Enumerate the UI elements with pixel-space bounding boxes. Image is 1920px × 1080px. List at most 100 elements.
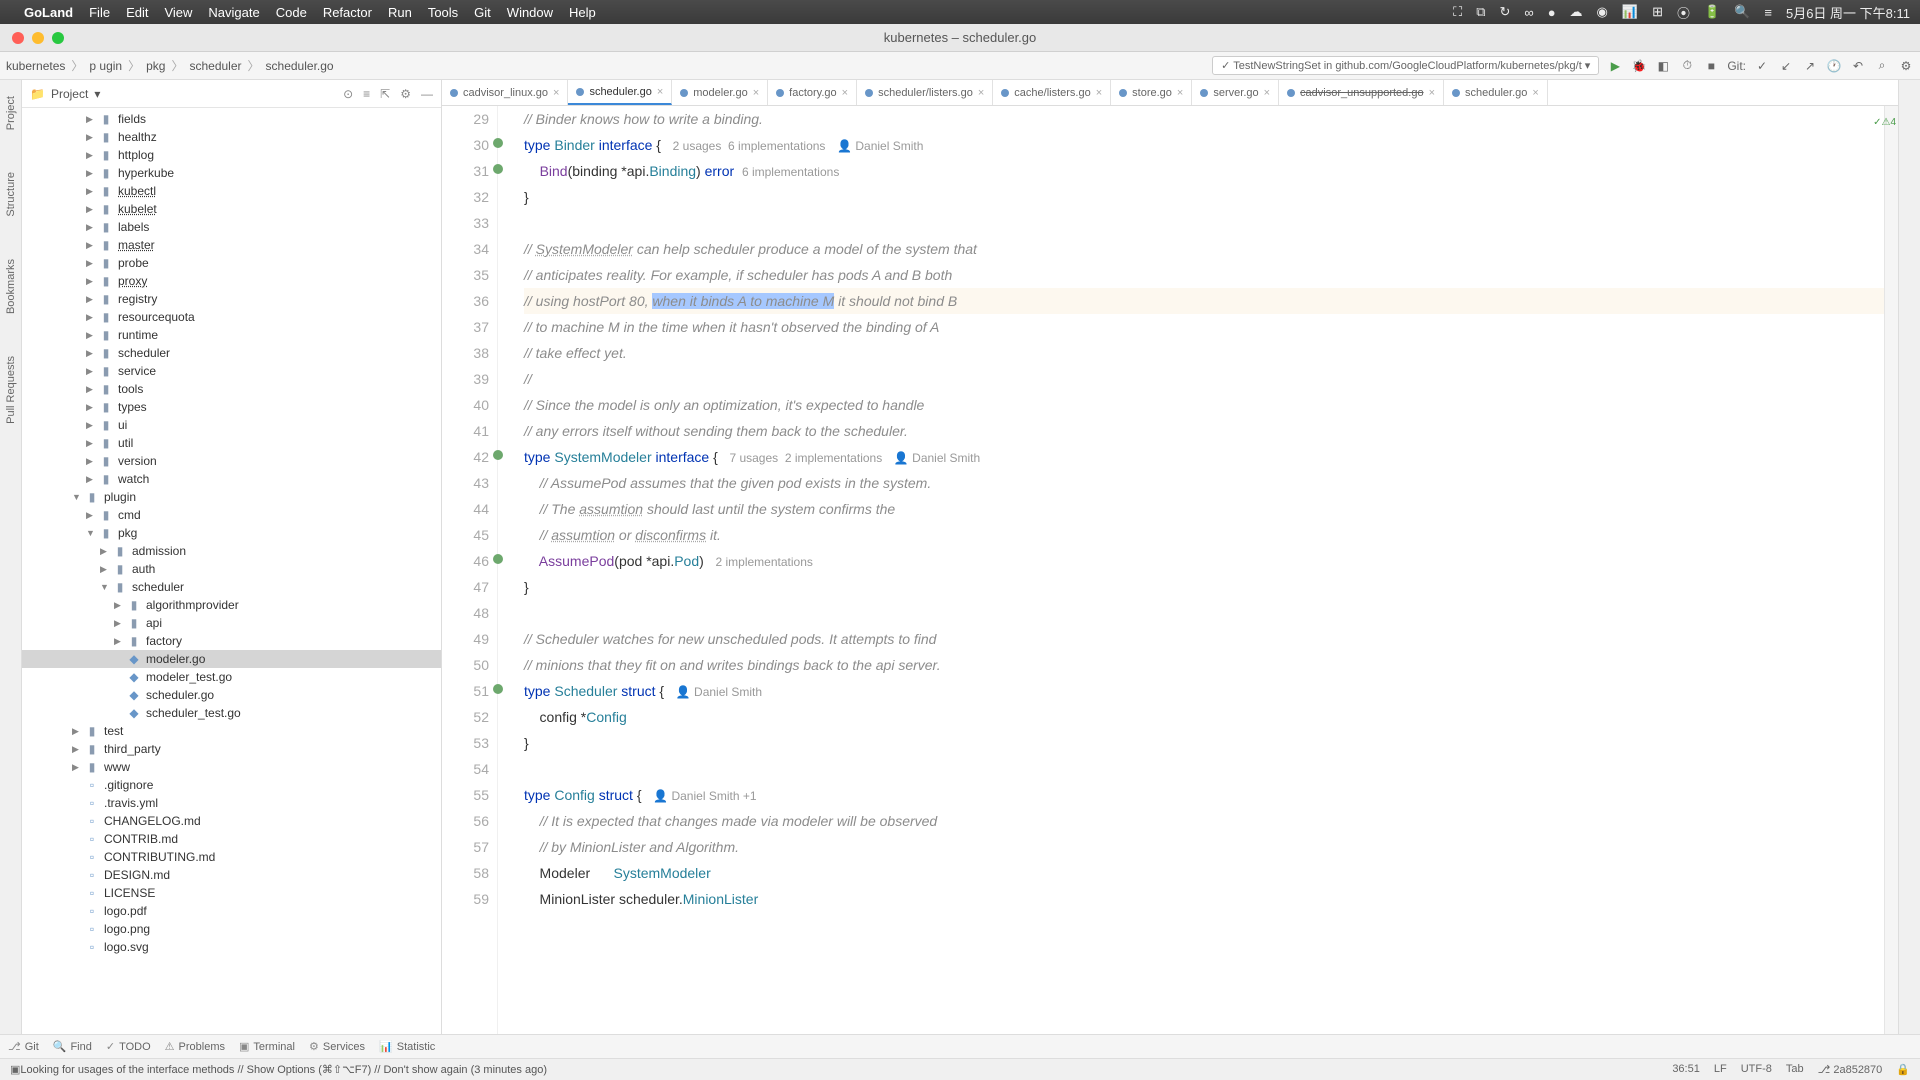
editor-tab[interactable]: server.go×	[1192, 80, 1279, 105]
menubar-icon[interactable]: ⊞	[1652, 4, 1663, 20]
close-tab-icon[interactable]: ×	[978, 87, 984, 99]
tree-node[interactable]: ▶▮tools	[22, 380, 441, 398]
tree-node[interactable]: ▶▮api	[22, 614, 441, 632]
menubar-icon[interactable]: ◉	[1597, 4, 1608, 20]
menubar-icon[interactable]: ☁	[1570, 4, 1583, 20]
project-pane-label[interactable]: Project	[51, 87, 88, 101]
menu-app[interactable]: GoLand	[24, 5, 73, 20]
status-indicator-icon[interactable]: ▣	[10, 1063, 20, 1076]
code-line[interactable]	[524, 210, 1884, 236]
expand-all-icon[interactable]: ≡	[363, 87, 370, 101]
tree-node[interactable]: ▫logo.svg	[22, 938, 441, 956]
search-everywhere-icon[interactable]: ⌕	[1874, 58, 1890, 74]
tool-tab-git[interactable]: ⎇Git	[8, 1040, 39, 1053]
tree-node[interactable]: ▶▮service	[22, 362, 441, 380]
chevron-down-icon[interactable]: ▾	[94, 87, 100, 101]
code-line[interactable]: AssumePod(pod *api.Pod) 2 implementation…	[524, 548, 1884, 574]
code-line[interactable]: // to machine M in the time when it hasn…	[524, 314, 1884, 340]
tree-node[interactable]: ▫CONTRIBUTING.md	[22, 848, 441, 866]
editor-tab[interactable]: scheduler.go×	[568, 80, 672, 105]
code-line[interactable]: // Since the model is only an optimizati…	[524, 392, 1884, 418]
bottom-tool-tabs[interactable]: ⎇Git🔍Find✓TODO⚠Problems▣Terminal⚙Service…	[0, 1034, 1920, 1058]
tree-node[interactable]: ▫LICENSE	[22, 884, 441, 902]
menubar-icon[interactable]: ≡	[1764, 5, 1772, 20]
tree-node[interactable]: ▫CHANGELOG.md	[22, 812, 441, 830]
tree-node[interactable]: ▶▮kubectl	[22, 182, 441, 200]
git-rollback-icon[interactable]: ↶	[1850, 58, 1866, 74]
menubar-icon[interactable]: 🔋	[1704, 4, 1720, 20]
tree-node[interactable]: ▼▮scheduler	[22, 578, 441, 596]
editor-tab[interactable]: modeler.go×	[672, 80, 768, 105]
tree-node[interactable]: ▶▮scheduler	[22, 344, 441, 362]
tree-node[interactable]: ▫logo.png	[22, 920, 441, 938]
close-tab-icon[interactable]: ×	[657, 86, 663, 98]
tool-tab-find[interactable]: 🔍Find	[53, 1040, 92, 1053]
locate-icon[interactable]: ⊙	[343, 87, 353, 101]
debug-icon[interactable]: 🐞	[1631, 58, 1647, 74]
close-tab-icon[interactable]: ×	[1096, 87, 1102, 99]
tree-node[interactable]: ▶▮cmd	[22, 506, 441, 524]
menubar-icon[interactable]: ⦿	[1677, 3, 1690, 22]
editor-tab[interactable]: scheduler.go×	[1444, 80, 1548, 105]
zoom-window-icon[interactable]	[52, 32, 64, 44]
menu-git[interactable]: Git	[474, 5, 491, 20]
tool-tab-statistic[interactable]: 📊Statistic	[379, 1040, 435, 1053]
lock-icon[interactable]: 🔒	[1896, 1063, 1910, 1076]
editor-tab[interactable]: store.go×	[1111, 80, 1192, 105]
menu-edit[interactable]: Edit	[126, 5, 148, 20]
traffic-lights[interactable]	[12, 32, 64, 44]
code-line[interactable]: // The assumtion should last until the s…	[524, 496, 1884, 522]
close-tab-icon[interactable]: ×	[1264, 87, 1270, 99]
close-tab-icon[interactable]: ×	[1177, 87, 1183, 99]
project-tree[interactable]: ▶▮fields▶▮healthz▶▮httplog▶▮hyperkube▶▮k…	[22, 108, 441, 1034]
pullrequests-tool-tab[interactable]: Pull Requests	[5, 350, 17, 430]
tree-node[interactable]: ▫.travis.yml	[22, 794, 441, 812]
code-line[interactable]: // using hostPort 80, when it binds A to…	[524, 288, 1884, 314]
tree-node[interactable]: ▼▮plugin	[22, 488, 441, 506]
tree-node[interactable]: ▫CONTRIB.md	[22, 830, 441, 848]
tree-node[interactable]: ◆modeler.go	[22, 650, 441, 668]
code-line[interactable]: }	[524, 184, 1884, 210]
tree-node[interactable]: ▶▮fields	[22, 110, 441, 128]
tree-node[interactable]: ▶▮types	[22, 398, 441, 416]
tree-node[interactable]: ▫logo.pdf	[22, 902, 441, 920]
menu-view[interactable]: View	[164, 5, 192, 20]
code-line[interactable]: //	[524, 366, 1884, 392]
menubar-icon[interactable]: 📊	[1622, 4, 1638, 20]
tree-node[interactable]: ▶▮httplog	[22, 146, 441, 164]
menu-code[interactable]: Code	[276, 5, 307, 20]
code-line[interactable]: Bind(binding *api.Binding) error 6 imple…	[524, 158, 1884, 184]
code-line[interactable]: type Scheduler struct { 👤 Daniel Smith	[524, 678, 1884, 704]
code-line[interactable]	[524, 600, 1884, 626]
tree-node[interactable]: ▶▮www	[22, 758, 441, 776]
tree-node[interactable]: ▶▮util	[22, 434, 441, 452]
tree-node[interactable]: ▶▮healthz	[22, 128, 441, 146]
menu-tools[interactable]: Tools	[428, 5, 458, 20]
tree-node[interactable]: ▶▮algorithmprovider	[22, 596, 441, 614]
minimize-window-icon[interactable]	[32, 32, 44, 44]
tree-node[interactable]: ◆scheduler.go	[22, 686, 441, 704]
code-line[interactable]: // SystemModeler can help scheduler prod…	[524, 236, 1884, 262]
menu-help[interactable]: Help	[569, 5, 596, 20]
breadcrumb-segment[interactable]: kubernetes	[6, 59, 65, 73]
profile-icon[interactable]: ⏱	[1679, 58, 1695, 74]
tool-tab-todo[interactable]: ✓TODO	[106, 1040, 151, 1053]
tree-node[interactable]: ▶▮registry	[22, 290, 441, 308]
inspection-indicator[interactable]: ✓⚠4	[1873, 110, 1896, 136]
tree-node[interactable]: ▶▮factory	[22, 632, 441, 650]
menubar-icon[interactable]: ●	[1548, 5, 1556, 20]
tree-node[interactable]: ▶▮proxy	[22, 272, 441, 290]
editor-tab[interactable]: factory.go×	[768, 80, 857, 105]
code-line[interactable]: // AssumePod assumes that the given pod …	[524, 470, 1884, 496]
code-line[interactable]: config *Config	[524, 704, 1884, 730]
tree-node[interactable]: ▶▮admission	[22, 542, 441, 560]
tree-node[interactable]: ▶▮master	[22, 236, 441, 254]
editor-tab[interactable]: scheduler/listers.go×	[857, 80, 993, 105]
git-branch[interactable]: ⎇ 2a852870	[1818, 1063, 1883, 1076]
tool-tab-problems[interactable]: ⚠Problems	[165, 1040, 225, 1053]
editor-tab[interactable]: cache/listers.go×	[993, 80, 1111, 105]
code-line[interactable]: // It is expected that changes made via …	[524, 808, 1884, 834]
run-icon[interactable]: ▶	[1607, 58, 1623, 74]
stop-icon[interactable]: ■	[1703, 58, 1719, 74]
tree-node[interactable]: ▶▮ui	[22, 416, 441, 434]
